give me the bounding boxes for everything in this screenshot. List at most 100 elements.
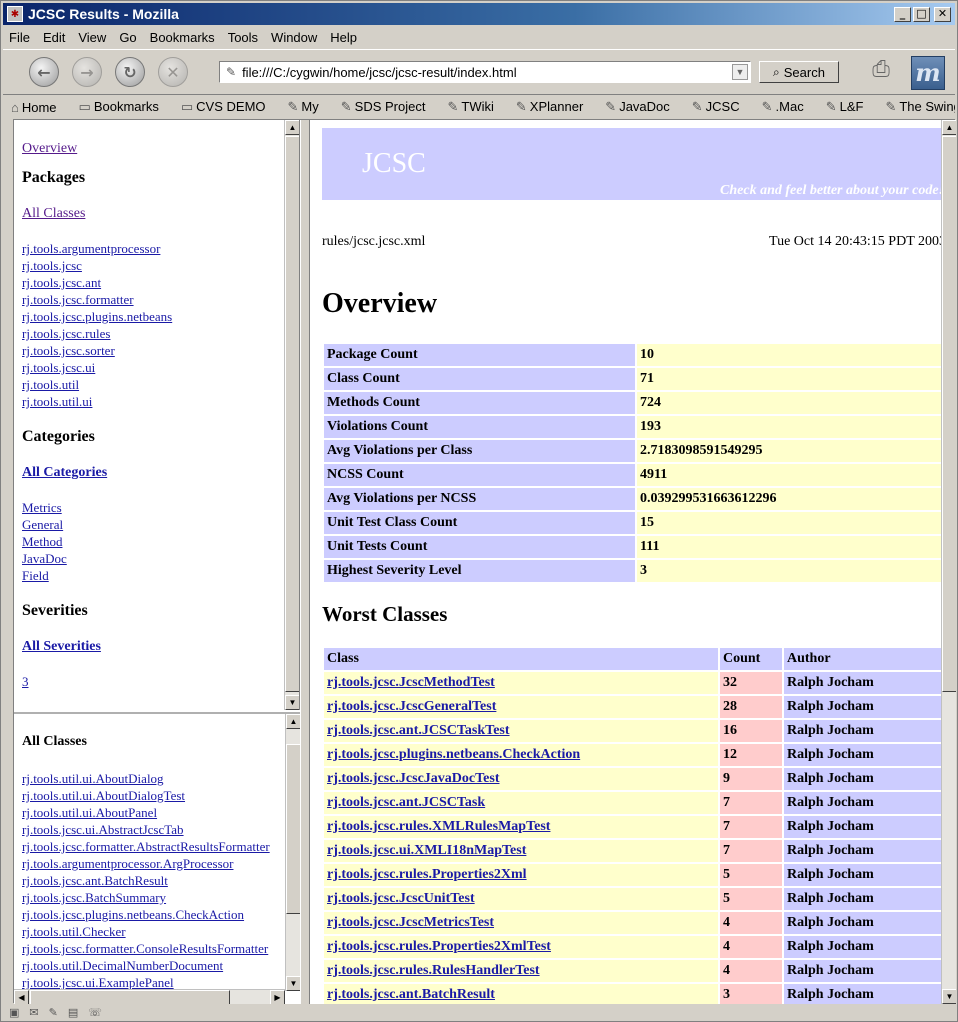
close-button[interactable]: ✕	[934, 6, 951, 22]
bookmark-jcsc[interactable]: ✎ JCSC	[692, 99, 751, 115]
class-link[interactable]: rj.tools.jcsc.ant.BatchResult	[22, 872, 292, 889]
class-link[interactable]: rj.tools.jcsc.formatter.ConsoleResultsFo…	[22, 940, 292, 957]
scroll-thumb[interactable]	[942, 136, 956, 692]
class-link[interactable]: rj.tools.util.Checker	[22, 923, 292, 940]
class-link[interactable]: rj.tools.util.ui.AboutDialog	[22, 770, 292, 787]
package-link[interactable]: rj.tools.jcsc.formatter	[22, 291, 291, 308]
bookmark-javadoc[interactable]: ✎ JavaDoc	[605, 99, 680, 115]
class-link[interactable]: rj.tools.util.ui.AboutDialogTest	[22, 787, 292, 804]
menu-tools[interactable]: Tools	[228, 30, 258, 45]
bookmark-home[interactable]: ⌂ Home	[11, 100, 68, 115]
back-arrow-icon[interactable]: ←	[29, 57, 59, 87]
class-link[interactable]: rj.tools.jcsc.formatter.AbstractResultsF…	[22, 838, 292, 855]
address-book-icon[interactable]: ▤	[68, 1006, 78, 1019]
package-link[interactable]: rj.tools.jcsc.ui	[22, 359, 291, 376]
package-link[interactable]: rj.tools.jcsc.ant	[22, 274, 291, 291]
scroll-up-icon[interactable]: ▲	[942, 120, 956, 135]
scroll-right-icon[interactable]: ▶	[270, 990, 285, 1004]
menu-file[interactable]: File	[9, 30, 30, 45]
report-frame-scrollbar[interactable]: ▲ ▼	[941, 120, 956, 1004]
class-link[interactable]: rj.tools.jcsc.plugins.netbeans.CheckActi…	[327, 747, 580, 762]
mail-icon[interactable]: ✉	[29, 1006, 38, 1019]
url-dropdown-icon[interactable]: ▼	[732, 64, 748, 80]
class-frame-scrollbar[interactable]: ▲ ▼	[285, 714, 300, 991]
category-link[interactable]: Metrics	[22, 499, 291, 516]
class-link[interactable]: rj.tools.jcsc.JcscMetricsTest	[327, 915, 494, 930]
menu-help[interactable]: Help	[330, 30, 357, 45]
frame-splitter[interactable]	[300, 120, 310, 1004]
package-link[interactable]: rj.tools.jcsc.plugins.netbeans	[22, 308, 291, 325]
scroll-down-icon[interactable]: ▼	[285, 695, 299, 710]
composer-icon[interactable]: ✎	[49, 1006, 58, 1019]
all-severities-link[interactable]: All Severities	[22, 638, 291, 655]
class-link[interactable]: rj.tools.jcsc.ant.BatchResult	[327, 987, 495, 1002]
class-link[interactable]: rj.tools.jcsc.plugins.netbeans.CheckActi…	[22, 906, 292, 923]
bookmark-sds-project[interactable]: ✎ SDS Project	[341, 99, 437, 115]
class-link[interactable]: rj.tools.util.ui.AboutPanel	[22, 804, 292, 821]
mozilla-status-icon[interactable]: ▣	[9, 1006, 19, 1019]
scroll-down-icon[interactable]: ▼	[286, 976, 300, 991]
scroll-thumb[interactable]	[30, 990, 230, 1004]
menu-view[interactable]: View	[78, 30, 106, 45]
bookmark-my[interactable]: ✎ My	[288, 99, 330, 115]
bookmark-cvs-demo[interactable]: ▭ CVS DEMO	[181, 99, 277, 115]
bookmark-mac[interactable]: ✎ .Mac	[762, 99, 815, 115]
class-link[interactable]: rj.tools.jcsc.ant.JCSCTaskTest	[327, 723, 510, 738]
severity-link[interactable]: 3	[22, 673, 291, 690]
class-link[interactable]: rj.tools.jcsc.JcscJavaDocTest	[327, 771, 500, 786]
search-button[interactable]: ⌕ Search	[759, 61, 839, 83]
overview-link[interactable]: Overview	[22, 140, 291, 157]
bookmark-xplanner[interactable]: ✎ XPlanner	[516, 99, 594, 115]
package-link[interactable]: rj.tools.jcsc.rules	[22, 325, 291, 342]
scroll-up-icon[interactable]: ▲	[286, 714, 300, 729]
category-link[interactable]: JavaDoc	[22, 550, 291, 567]
package-link[interactable]: rj.tools.jcsc.sorter	[22, 342, 291, 359]
reload-icon[interactable]: ↻	[115, 57, 145, 87]
class-link[interactable]: rj.tools.jcsc.rules.XMLRulesMapTest	[327, 819, 550, 834]
package-link[interactable]: rj.tools.util.ui	[22, 393, 291, 410]
bookmark-lf[interactable]: ✎ L&F	[826, 99, 875, 115]
stop-icon[interactable]: ✕	[158, 57, 188, 87]
bookmark-swing-connection[interactable]: ✎The Swing Conn...	[885, 99, 955, 115]
class-link[interactable]: rj.tools.jcsc.JcscUnitTest	[327, 891, 475, 906]
class-link[interactable]: rj.tools.jcsc.ui.XMLI18nMapTest	[327, 843, 526, 858]
scroll-down-icon[interactable]: ▼	[942, 989, 956, 1004]
category-link[interactable]: Method	[22, 533, 291, 550]
url-text[interactable]: file:///C:/cygwin/home/jcsc/jcsc-result/…	[242, 65, 732, 80]
minimize-button[interactable]: _	[894, 6, 911, 22]
class-link[interactable]: rj.tools.jcsc.ui.AbstractJcscTab	[22, 821, 292, 838]
class-link[interactable]: rj.tools.jcsc.JcscGeneralTest	[327, 699, 496, 714]
scroll-thumb[interactable]	[285, 136, 299, 692]
maximize-button[interactable]: □	[913, 6, 930, 22]
menu-go[interactable]: Go	[119, 30, 136, 45]
package-link[interactable]: rj.tools.util	[22, 376, 291, 393]
forward-arrow-icon[interactable]: →	[72, 57, 102, 87]
bookmark-twiki[interactable]: ✎ TWiki	[447, 99, 504, 115]
class-link[interactable]: rj.tools.jcsc.ant.JCSCTask	[327, 795, 485, 810]
class-link[interactable]: rj.tools.jcsc.JcscMethodTest	[327, 675, 495, 690]
scroll-up-icon[interactable]: ▲	[285, 120, 299, 135]
class-frame-hscrollbar[interactable]: ◀ ▶	[14, 989, 285, 1004]
class-link[interactable]: rj.tools.jcsc.rules.RulesHandlerTest	[327, 963, 540, 978]
category-link[interactable]: General	[22, 516, 291, 533]
menu-bookmarks[interactable]: Bookmarks	[150, 30, 215, 45]
bookmark-bookmarks[interactable]: ▭ Bookmarks	[79, 99, 170, 115]
scroll-thumb[interactable]	[286, 744, 300, 914]
all-categories-link[interactable]: All Categories	[22, 464, 291, 481]
nav-frame-scrollbar[interactable]: ▲ ▼	[284, 120, 299, 710]
chat-icon[interactable]: ☏	[88, 1006, 102, 1019]
url-field[interactable]: ✎ file:///C:/cygwin/home/jcsc/jcsc-resul…	[219, 61, 751, 83]
mozilla-m-logo-icon[interactable]: m	[911, 56, 945, 90]
category-link[interactable]: Field	[22, 567, 291, 584]
package-link[interactable]: rj.tools.argumentprocessor	[22, 240, 291, 257]
print-icon[interactable]: ⎙	[861, 56, 901, 88]
class-link[interactable]: rj.tools.util.DecimalNumberDocument	[22, 957, 292, 974]
class-link[interactable]: rj.tools.jcsc.BatchSummary	[22, 889, 292, 906]
scroll-left-icon[interactable]: ◀	[14, 990, 29, 1004]
class-link[interactable]: rj.tools.argumentprocessor.ArgProcessor	[22, 855, 292, 872]
class-link[interactable]: rj.tools.jcsc.rules.Properties2XmlTest	[327, 939, 551, 954]
menu-window[interactable]: Window	[271, 30, 317, 45]
all-classes-link[interactable]: All Classes	[22, 205, 291, 222]
class-link[interactable]: rj.tools.jcsc.rules.Properties2Xml	[327, 867, 527, 882]
menu-edit[interactable]: Edit	[43, 30, 65, 45]
